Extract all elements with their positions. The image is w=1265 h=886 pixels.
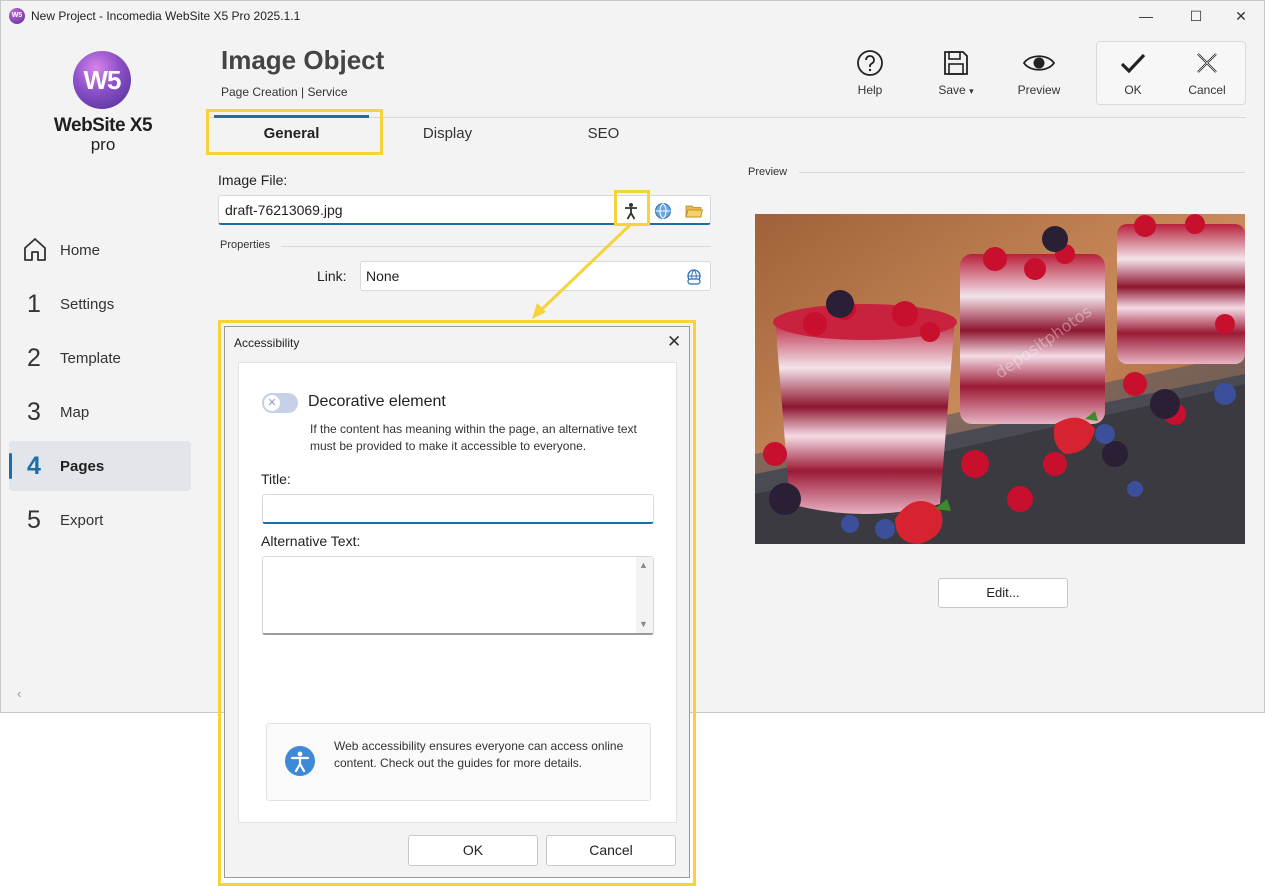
dialog-cancel-button[interactable]: Cancel (546, 835, 676, 866)
properties-divider (281, 246, 711, 247)
tab-label: Display (422, 125, 473, 142)
tab-display[interactable]: Display (370, 119, 525, 149)
textarea-scrollbar[interactable]: ▲ ▼ (636, 557, 653, 633)
alternative-text-label: Alternative Text: (261, 533, 361, 549)
close-icon (1172, 45, 1242, 81)
image-file-value: draft-76213069.jpg (225, 202, 343, 218)
save-button[interactable]: Save ▾ (921, 45, 991, 97)
help-icon (835, 45, 905, 81)
logo-brand: WebSite X5 (53, 115, 153, 136)
eye-icon (1004, 45, 1074, 81)
preview-divider (799, 172, 1245, 173)
tab-label: SEO (587, 125, 620, 142)
preview-label: Preview (1017, 83, 1061, 97)
help-button[interactable]: Help (835, 45, 905, 97)
collapse-sidebar-icon[interactable]: ‹ (17, 686, 21, 701)
sidebar-item-settings[interactable]: 1 Settings (9, 279, 191, 329)
sidebar-item-export[interactable]: 5 Export (9, 495, 191, 545)
accessibility-dialog: Accessibility ✕ ✕ Decorative element If … (224, 326, 690, 878)
dialog-content: ✕ Decorative element If the content has … (238, 362, 677, 823)
link-field[interactable]: None (360, 261, 711, 291)
alternative-text-textarea[interactable]: ▲ ▼ (262, 556, 654, 635)
app-logo: W5 WebSite X5 pro (53, 51, 153, 161)
step-number: 5 (27, 505, 41, 534)
sidebar-item-map[interactable]: 3 Map (9, 387, 191, 437)
dialog-close-icon[interactable]: ✕ (667, 332, 681, 352)
accessibility-info-box: Web accessibility ensures everyone can a… (266, 723, 651, 801)
app-icon: W5 (9, 8, 25, 24)
sidebar-item-pages[interactable]: 4 Pages (9, 441, 191, 491)
sidebar-item-label: Template (60, 349, 121, 367)
minimize-button[interactable]: — (1123, 1, 1169, 32)
preview-image: depositphotos (755, 214, 1245, 544)
tab-seo[interactable]: SEO (526, 119, 681, 149)
sidebar-item-home[interactable]: Home (9, 225, 191, 275)
sidebar-item-label: Map (60, 403, 90, 421)
ok-label: OK (1124, 83, 1142, 97)
link-chain-icon[interactable] (683, 266, 705, 288)
save-icon (921, 45, 991, 81)
sidebar-item-label: Pages (60, 457, 105, 475)
logo-mark: W5 (73, 51, 131, 109)
logo-edition: pro (90, 135, 116, 154)
window-title: New Project - Incomedia WebSite X5 Pro 2… (31, 9, 301, 23)
page-title: Image Object (221, 45, 385, 75)
step-number: 1 (27, 289, 41, 318)
cancel-button[interactable]: Cancel (1172, 45, 1242, 97)
scroll-down-icon[interactable]: ▼ (639, 619, 648, 629)
checkmark-icon (1098, 45, 1168, 81)
sidebar-item-label: Export (60, 511, 104, 529)
decorative-element-label: Decorative element (308, 393, 446, 410)
sidebar-item-label: Settings (60, 295, 115, 313)
image-file-label: Image File: (218, 172, 288, 188)
preview-button[interactable]: Preview (1004, 45, 1074, 97)
active-indicator (9, 453, 12, 479)
link-label: Link: (317, 268, 347, 284)
title-input[interactable] (262, 494, 654, 524)
save-text: Save (938, 83, 966, 97)
step-number: 2 (27, 343, 41, 372)
sidebar-item-template[interactable]: 2 Template (9, 333, 191, 383)
decorative-element-toggle[interactable]: ✕ (262, 393, 298, 413)
step-number: 3 (27, 397, 41, 426)
globe-icon[interactable] (652, 200, 674, 222)
preview-section-label: Preview (748, 166, 788, 178)
folder-icon[interactable] (683, 200, 705, 222)
title-label: Title: (261, 471, 291, 487)
save-label: Save ▾ (921, 83, 991, 97)
dialog-title: Accessibility (234, 336, 300, 350)
step-number: 4 (27, 451, 41, 480)
highlight-accessibility-button (614, 190, 650, 226)
properties-section-label: Properties (220, 239, 271, 251)
maximize-button[interactable]: ☐ (1173, 1, 1219, 32)
highlight-general-tab (206, 109, 383, 155)
close-window-button[interactable]: ✕ (1218, 1, 1264, 32)
accessibility-info-text: Web accessibility ensures everyone can a… (334, 739, 624, 770)
edit-image-button[interactable]: Edit... (938, 578, 1068, 608)
sidebar-item-label: Home (60, 241, 101, 259)
scroll-up-icon[interactable]: ▲ (639, 560, 648, 570)
toggle-off-icon: ✕ (264, 395, 280, 411)
save-dropdown-icon[interactable]: ▾ (969, 86, 974, 96)
title-bar: W5 New Project - Incomedia WebSite X5 Pr… (1, 1, 1264, 32)
breadcrumb: Page Creation | Service (221, 85, 348, 99)
ok-button[interactable]: OK (1098, 45, 1168, 97)
home-icon (23, 236, 46, 269)
link-value: None (366, 268, 400, 284)
accessibility-info-icon (285, 746, 315, 776)
cancel-label: Cancel (1188, 83, 1226, 97)
help-label: Help (857, 83, 883, 97)
decorative-element-description: If the content has meaning within the pa… (310, 422, 637, 453)
dialog-ok-button[interactable]: OK (408, 835, 538, 866)
